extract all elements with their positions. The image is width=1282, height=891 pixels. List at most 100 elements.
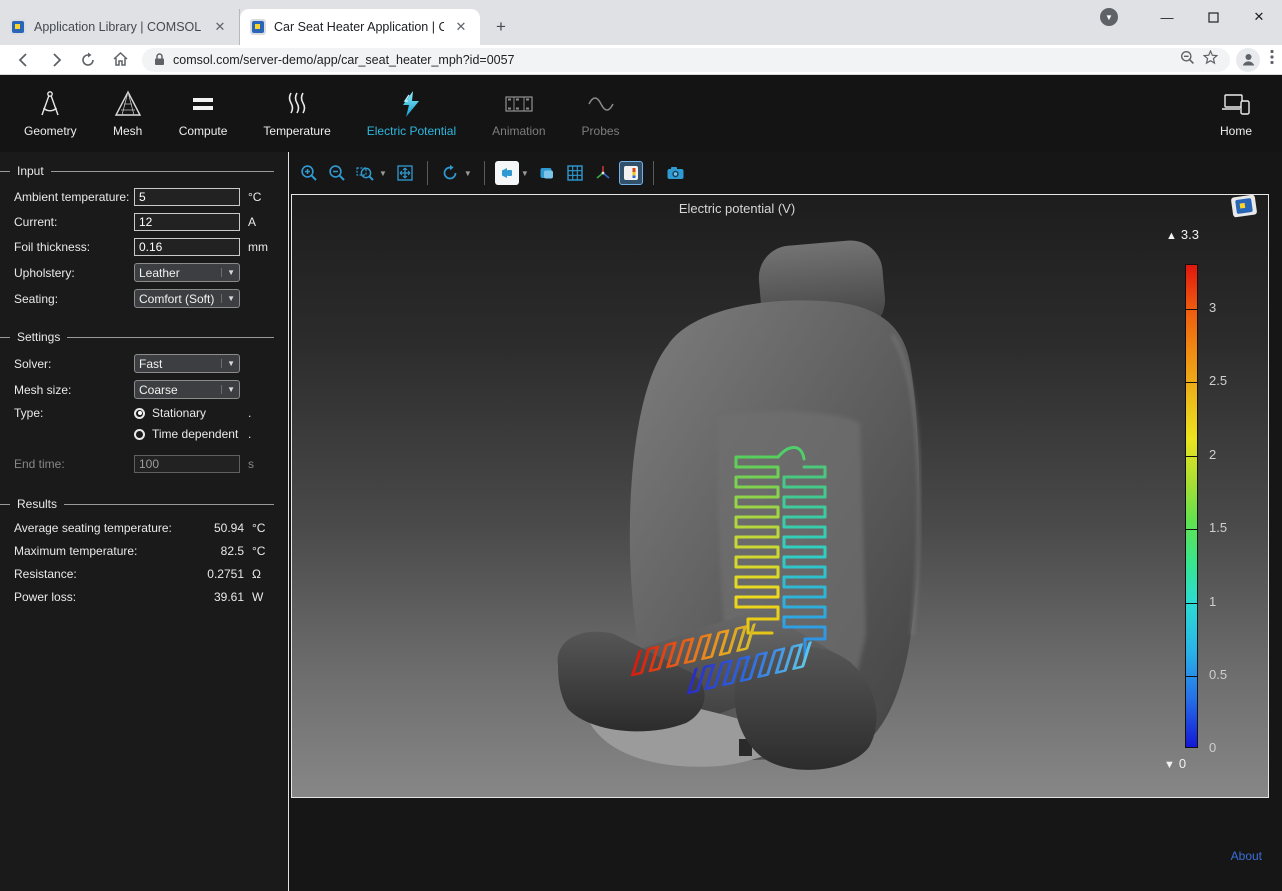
tab-car-seat-heater[interactable]: Car Seat Heater Application | CO ✕ — [240, 9, 480, 45]
triangle-down-icon: ▼ — [1164, 759, 1175, 771]
field-label: Mesh size: — [14, 383, 134, 397]
zoom-in-icon[interactable] — [297, 161, 321, 185]
ribbon-electric-potential-button[interactable]: Electric Potential — [357, 85, 466, 142]
result-row: Maximum temperature: 82.5 °C — [14, 544, 274, 558]
forward-icon[interactable] — [43, 47, 69, 73]
radio-time-dependent[interactable]: Time dependent — [134, 427, 240, 441]
plot-title: Electric potential (V) — [292, 201, 1182, 216]
color-legend-icon[interactable] — [619, 161, 643, 185]
grid-icon[interactable] — [563, 161, 587, 185]
graphics-toolbar: ▼ ▼ ▼ — [289, 152, 1282, 194]
electric-potential-bolt-icon — [397, 89, 425, 119]
home-devices-icon — [1220, 89, 1252, 119]
field-label: Type: — [14, 406, 134, 420]
result-unit: W — [252, 590, 274, 604]
current-input[interactable] — [134, 213, 240, 231]
ribbon-label: Mesh — [113, 124, 142, 138]
bookmark-star-icon[interactable] — [1203, 50, 1218, 70]
ribbon-mesh-button[interactable]: Mesh — [103, 85, 153, 142]
mesh-icon — [113, 89, 143, 119]
foil-thickness-input[interactable] — [134, 238, 240, 256]
url-field[interactable]: comsol.com/server-demo/app/car_seat_heat… — [142, 48, 1230, 72]
chevron-down-icon: ▼ — [221, 359, 235, 368]
radio-selected-icon — [134, 408, 145, 419]
url-text: comsol.com/server-demo/app/car_seat_heat… — [173, 53, 1172, 67]
zoom-extents-icon[interactable] — [393, 161, 417, 185]
temperature-waves-icon — [283, 89, 311, 119]
home-icon[interactable] — [107, 47, 133, 73]
profile-icon[interactable] — [1236, 48, 1260, 72]
solver-select[interactable]: Fast ▼ — [134, 354, 240, 373]
reload-icon[interactable] — [75, 47, 101, 73]
radio-label: Time dependent — [152, 427, 238, 441]
tab-close-icon[interactable]: ✕ — [452, 18, 470, 36]
default-view-icon[interactable] — [495, 161, 519, 185]
app-content: Input Ambient temperature: °C Current: A… — [0, 152, 1282, 891]
zoom-box-icon[interactable] — [353, 161, 377, 185]
result-unit: °C — [252, 521, 274, 535]
chevron-down-icon: ▼ — [221, 294, 235, 303]
legend-tick: 2.5 — [1209, 373, 1227, 388]
ribbon-label: Electric Potential — [367, 124, 456, 138]
results-section-header: Results — [14, 497, 274, 511]
seating-select[interactable]: Comfort (Soft) ▼ — [134, 289, 240, 308]
triangle-up-icon: ▲ — [1166, 230, 1177, 242]
radio-stationary[interactable]: Stationary — [134, 406, 240, 420]
window-controls: ▼ — ✕ — [1100, 0, 1282, 34]
scene-icon[interactable] — [535, 161, 559, 185]
ribbon-label: Animation — [492, 124, 545, 138]
ribbon-temperature-button[interactable]: Temperature — [253, 85, 340, 142]
legend-min-value: ▼0 — [1164, 756, 1186, 771]
axes-icon[interactable] — [591, 161, 615, 185]
upholstery-select[interactable]: Leather ▼ — [134, 263, 240, 282]
page-zoom-icon[interactable] — [1180, 50, 1195, 70]
chevron-down-icon[interactable]: ▼ — [521, 169, 529, 178]
result-row: Power loss: 39.61 W — [14, 590, 274, 604]
field-unit: s — [248, 457, 274, 471]
snapshot-icon[interactable] — [664, 161, 688, 185]
browser-menu-icon[interactable] — [1270, 49, 1274, 70]
ribbon-label: Geometry — [24, 124, 77, 138]
ambient-temperature-input[interactable] — [134, 188, 240, 206]
maximize-button[interactable] — [1190, 1, 1236, 33]
chevron-down-icon[interactable]: ▼ — [464, 169, 472, 178]
browser-tab-strip: Application Library | COMSOL Se ✕ Car Se… — [0, 0, 1282, 45]
toolbar-separator — [653, 161, 654, 185]
browser-update-icon[interactable]: ▼ — [1100, 8, 1118, 26]
ribbon-animation-button[interactable]: Animation — [482, 85, 555, 142]
ribbon-probes-button[interactable]: Probes — [572, 85, 630, 142]
mesh-size-select[interactable]: Coarse ▼ — [134, 380, 240, 399]
result-label: Resistance: — [14, 567, 192, 581]
graphics-panel: ▼ ▼ ▼ — [288, 152, 1282, 891]
field-solver: Solver: Fast ▼ . — [14, 354, 274, 373]
tab-application-library[interactable]: Application Library | COMSOL Se ✕ — [0, 9, 240, 45]
ribbon-compute-button[interactable]: Compute — [169, 85, 238, 142]
chevron-down-icon[interactable]: ▼ — [379, 169, 387, 178]
comsol-logo-icon — [1231, 194, 1258, 217]
ribbon-geometry-button[interactable]: Geometry — [14, 85, 87, 142]
close-button[interactable]: ✕ — [1236, 1, 1282, 33]
tab-title: Application Library | COMSOL Se — [34, 20, 203, 34]
result-unit: Ω — [252, 567, 274, 581]
result-label: Average seating temperature: — [14, 521, 192, 535]
field-seating: Seating: Comfort (Soft) ▼ . — [14, 289, 274, 308]
comsol-favicon — [250, 19, 266, 35]
new-tab-button[interactable]: + — [488, 14, 514, 40]
browser-actions — [1236, 48, 1274, 72]
field-label: Current: — [14, 215, 134, 229]
comsol-favicon — [10, 19, 26, 35]
field-foil-thickness: Foil thickness: mm — [14, 238, 274, 256]
sidebar: Input Ambient temperature: °C Current: A… — [0, 152, 288, 891]
ribbon-home-button[interactable]: Home — [1210, 85, 1262, 142]
selected-value: Leather — [139, 266, 180, 280]
rotate-icon[interactable] — [438, 161, 462, 185]
zoom-out-icon[interactable] — [325, 161, 349, 185]
plot-canvas[interactable]: Electric potential (V) ▲3.3 3 2.5 2 1.5 … — [291, 194, 1269, 798]
result-row: Average seating temperature: 50.94 °C — [14, 521, 274, 535]
end-time-input[interactable] — [134, 455, 240, 473]
back-icon[interactable] — [11, 47, 37, 73]
minimize-button[interactable]: — — [1144, 1, 1190, 33]
ribbon-label: Home — [1220, 124, 1252, 138]
about-link[interactable]: About — [1231, 849, 1262, 863]
tab-close-icon[interactable]: ✕ — [211, 18, 229, 36]
